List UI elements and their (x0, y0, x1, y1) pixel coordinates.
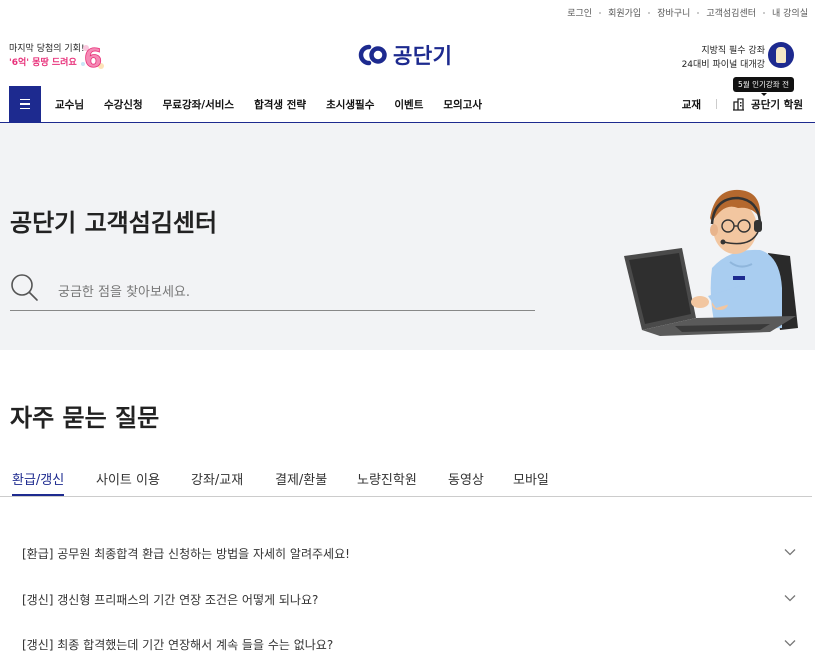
faq-search (10, 273, 535, 311)
signup-link[interactable]: 회원가입 (608, 6, 641, 19)
login-link[interactable]: 로그인 (567, 6, 592, 19)
faq-item[interactable]: [갱신] 갱신형 프리패스의 기간 연장 조건은 어떻게 되나요? (22, 591, 797, 608)
search-icon[interactable] (10, 273, 40, 303)
faq-item[interactable]: [갱신] 최종 합격했는데 기간 연장해서 계속 들을 수는 없나요? (22, 636, 797, 653)
gnb-item-pass-strategy[interactable]: 합격생 전략 (254, 97, 306, 112)
utility-bar: 로그인 회원가입 장바구니 고객섬김센터 내 강의실 (0, 0, 815, 24)
site-logo[interactable]: 공단기 (357, 40, 452, 70)
customer-service-illustration-icon (624, 189, 798, 336)
logo-text: 공단기 (393, 44, 453, 68)
main-navigation: 교수님 수강신청 무료강좌/서비스 합격생 전략 초시생필수 이벤트 모의고사 … (0, 86, 815, 123)
gnb-item-mock-exam[interactable]: 모의고사 (443, 97, 482, 112)
customer-center-link[interactable]: 고객섬김센터 (706, 6, 756, 19)
building-icon (733, 97, 745, 111)
faq-item[interactable]: [환급] 공무원 최종합격 환급 신청하는 방법을 자세히 알려주세요! (22, 545, 797, 562)
tab-noryangjin-academy[interactable]: 노량진학원 (357, 469, 417, 488)
gnb-item-beginner[interactable]: 초시생필수 (326, 97, 374, 112)
gnb-item-professors[interactable]: 교수님 (55, 97, 84, 112)
dot-separator (599, 11, 602, 14)
promo-left-line2: '6억' 몽땅 드려요 (9, 58, 77, 68)
my-classroom-link[interactable]: 내 강의실 (772, 6, 808, 19)
chevron-down-icon (784, 595, 796, 602)
promo-banner-left[interactable]: 마지막 당첨의 기회! '6억' 몽땅 드려요 (9, 42, 85, 70)
gnb-menu: 교수님 수강신청 무료강좌/서비스 합격생 전략 초시생필수 이벤트 모의고사 (55, 86, 502, 122)
tab-payment-refund[interactable]: 결제/환불 (275, 469, 327, 488)
chevron-down-icon (784, 640, 796, 647)
faq-question: [갱신] 갱신형 프리패스의 기간 연장 조건은 어떻게 되나요? (22, 593, 319, 607)
promo-left-line1: 마지막 당첨의 기회! (9, 44, 85, 54)
promo-banner-right[interactable]: 지방직 필수 강좌 24대비 파이널 대개강 (682, 44, 765, 72)
faq-question: [환급] 공무원 최종합격 환급 신청하는 방법을 자세히 알려주세요! (22, 547, 350, 561)
academy-label: 공단기 학원 (751, 98, 803, 111)
tab-video[interactable]: 동영상 (448, 469, 484, 488)
dot-separator (697, 11, 700, 14)
dot-separator (648, 11, 651, 14)
gnb-right: 교재 공단기 학원 (682, 86, 803, 122)
faq-question: [갱신] 최종 합격했는데 기간 연장해서 계속 들을 수는 없나요? (22, 638, 334, 652)
dot-separator (763, 11, 766, 14)
gnb-item-enroll[interactable]: 수강신청 (104, 97, 143, 112)
promo-right-line1: 지방직 필수 강좌 (701, 46, 765, 56)
tab-mobile[interactable]: 모바일 (513, 469, 549, 488)
chevron-down-icon (784, 549, 796, 556)
gnb-item-events[interactable]: 이벤트 (394, 97, 423, 112)
logo-icon (358, 44, 387, 66)
page-title: 공단기 고객섬김센터 (10, 209, 218, 237)
promo-thumbnail-icon[interactable] (768, 42, 794, 68)
gnb-item-free-courses[interactable]: 무료강좌/서비스 (163, 97, 234, 112)
hero-section: 공단기 고객섬김센터 (0, 123, 815, 350)
tab-refund-renewal[interactable]: 환급/갱신 (12, 469, 65, 496)
utility-links: 로그인 회원가입 장바구니 고객섬김센터 내 강의실 (567, 6, 808, 19)
faq-tabs: 환급/갱신 사이트 이용 강좌/교재 결제/환불 노량진학원 동영상 모바일 (0, 462, 812, 497)
gnb-item-textbooks[interactable]: 교재 (682, 97, 701, 112)
divider (716, 99, 718, 109)
tab-courses-books[interactable]: 강좌/교재 (191, 469, 243, 488)
gnb-item-academy[interactable]: 공단기 학원 (732, 97, 803, 112)
six-badge-icon[interactable]: 6 (80, 40, 106, 72)
cart-link[interactable]: 장바구니 (657, 6, 690, 19)
tab-site-usage[interactable]: 사이트 이용 (96, 469, 160, 488)
promo-right-line2: 24대비 파이널 대개강 (681, 60, 765, 70)
faq-section-title: 자주 묻는 질문 (10, 404, 160, 432)
six-badge-text: 6 (84, 44, 102, 72)
search-input[interactable] (56, 279, 520, 305)
hamburger-menu-icon[interactable] (9, 86, 41, 122)
